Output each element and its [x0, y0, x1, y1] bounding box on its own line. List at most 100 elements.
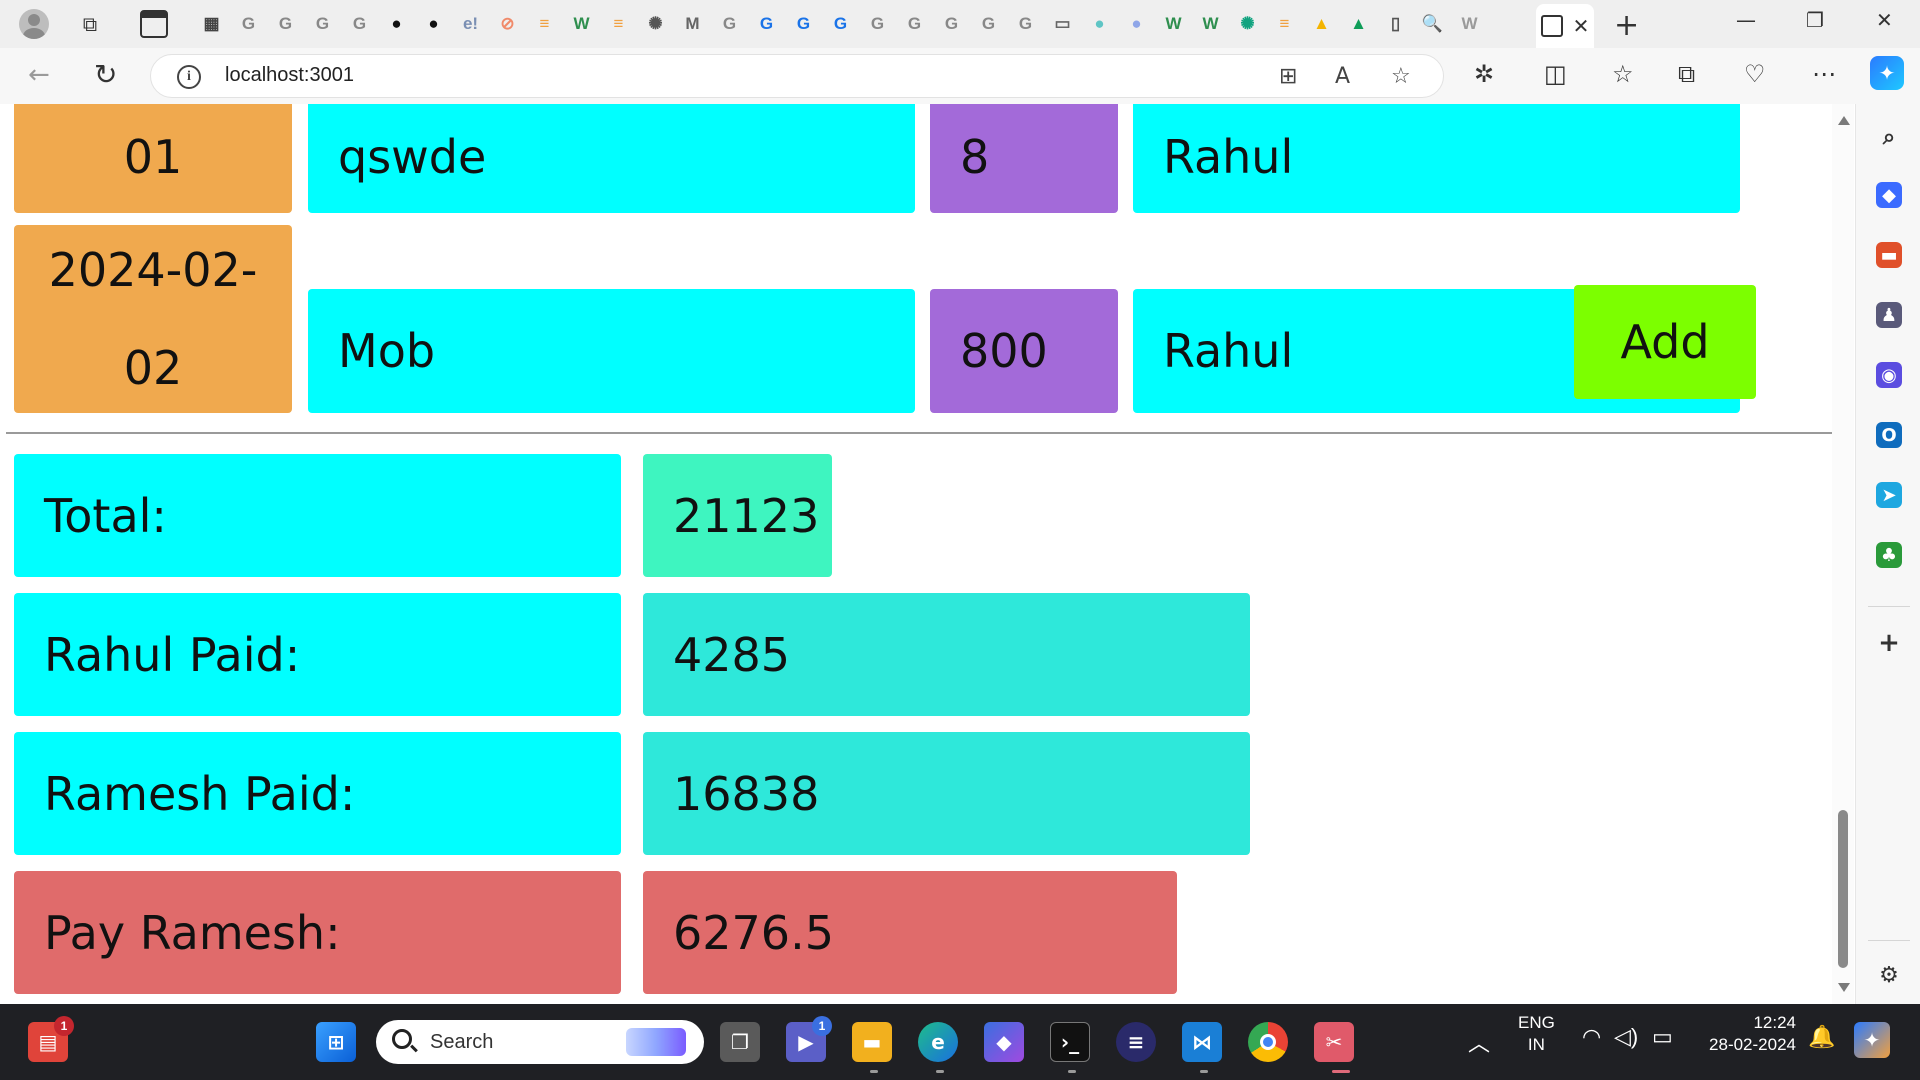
sidebar-settings-gear-icon[interactable]: ⚙ — [1876, 962, 1902, 988]
region-code: IN — [1527, 1035, 1545, 1054]
sidebar-outlook-icon[interactable]: O — [1876, 422, 1902, 448]
google-icon[interactable]: G — [714, 8, 745, 40]
app-available-icon[interactable]: ⊞ — [1279, 64, 1297, 89]
workspaces-icon[interactable]: ⧉ — [76, 10, 104, 38]
scroll-thumb[interactable] — [1838, 810, 1848, 968]
google-icon[interactable]: G — [751, 8, 782, 40]
search-icon[interactable]: 🔍 — [1417, 8, 1448, 40]
google-icon[interactable]: G — [936, 8, 967, 40]
widgets-icon[interactable]: ▤ 1 — [28, 1016, 74, 1062]
page-scrollbar[interactable] — [1832, 104, 1854, 1004]
eclipse-icon[interactable]: ≡ — [1116, 1022, 1156, 1062]
clock[interactable]: 12:24 28-02-2024 — [1700, 1012, 1796, 1056]
notification-bell-icon[interactable]: 🔔 — [1808, 1024, 1835, 1050]
file-explorer-icon[interactable]: ▬ — [852, 1022, 892, 1062]
back-arrow-icon[interactable]: ← — [28, 60, 50, 90]
split-screen-icon[interactable]: ◫ — [1544, 60, 1567, 88]
page-icon[interactable]: ▯ — [1380, 8, 1411, 40]
chatgpt-icon[interactable]: ✺ — [640, 8, 671, 40]
read-aloud-icon[interactable]: A — [1335, 64, 1350, 89]
google-icon[interactable]: G — [344, 8, 375, 40]
circle-app-icon[interactable]: ● — [1084, 8, 1115, 40]
address-url[interactable]: localhost:3001 — [225, 64, 354, 87]
m-icon[interactable]: M — [677, 8, 708, 40]
battery-icon[interactable]: ▭ — [1652, 1024, 1673, 1050]
scroll-down-arrow-icon[interactable] — [1838, 983, 1850, 992]
running-indicator — [1332, 1070, 1350, 1073]
address-bar[interactable]: i localhost:3001 ⊞ A ☆ — [150, 54, 1444, 98]
github-icon[interactable]: ● — [418, 8, 449, 40]
start-windows-icon[interactable]: ⊞ — [316, 1022, 356, 1062]
w-icon[interactable]: W — [1158, 8, 1189, 40]
collections-icon[interactable]: ⧉ — [1678, 60, 1695, 88]
ramesh-paid-value-cell: 16838 — [643, 732, 1250, 855]
minimize-icon[interactable]: — — [1736, 8, 1756, 32]
terminal-icon[interactable]: ›_ — [1050, 1022, 1090, 1062]
search-icon — [392, 1029, 412, 1049]
taskbar-search-input[interactable]: Search — [376, 1020, 704, 1064]
favorite-star-icon[interactable]: ☆ — [1391, 64, 1411, 89]
w-icon[interactable]: W — [566, 8, 597, 40]
favorites-icon[interactable]: ☆ — [1612, 60, 1634, 88]
drive-icon[interactable]: ▲ — [1343, 8, 1374, 40]
scroll-up-arrow-icon[interactable] — [1838, 116, 1850, 125]
reader-icon[interactable]: ▭ — [1047, 8, 1078, 40]
chatgpt-icon[interactable]: ✺ — [1232, 8, 1263, 40]
google-icon[interactable]: G — [973, 8, 1004, 40]
vscode-icon[interactable]: ⋈ — [1182, 1022, 1222, 1062]
google-icon[interactable]: G — [899, 8, 930, 40]
google-icon[interactable]: G — [307, 8, 338, 40]
volume-icon[interactable]: ◁) — [1614, 1024, 1638, 1050]
copilot-icon[interactable]: ✦ — [1870, 56, 1904, 90]
google-icon[interactable]: G — [233, 8, 264, 40]
stack-icon[interactable]: ≡ — [603, 8, 634, 40]
copilot-pre-icon[interactable]: ✦ — [1854, 1022, 1890, 1058]
restore-icon[interactable]: ❐ — [1806, 8, 1824, 32]
drive-icon[interactable]: ▲ — [1306, 8, 1337, 40]
github-icon[interactable]: ● — [381, 8, 412, 40]
stack-icon[interactable]: ≡ — [529, 8, 560, 40]
sidebar-shopping-icon[interactable]: ◆ — [1876, 182, 1902, 208]
close-window-icon[interactable]: ✕ — [1876, 8, 1893, 32]
google-icon[interactable]: G — [788, 8, 819, 40]
edge-icon[interactable]: e — [918, 1022, 958, 1062]
task-view-icon[interactable]: ❐ — [720, 1022, 760, 1062]
circle-app-icon[interactable]: ● — [1121, 8, 1152, 40]
chrome-icon[interactable] — [1248, 1022, 1288, 1062]
new-tab-button[interactable]: + — [1614, 8, 1639, 43]
google-icon[interactable]: G — [862, 8, 893, 40]
extensions-icon[interactable]: ✲ — [1474, 60, 1494, 88]
snipping-tool-icon[interactable]: ✂ — [1314, 1022, 1354, 1062]
stack-icon[interactable]: ≡ — [1269, 8, 1300, 40]
google-icon[interactable]: G — [1010, 8, 1041, 40]
google-icon[interactable]: G — [270, 8, 301, 40]
browser-essentials-icon[interactable]: ♡ — [1744, 60, 1766, 88]
close-tab-icon[interactable]: ✕ — [1573, 14, 1590, 38]
google-icon[interactable]: G — [825, 8, 856, 40]
sidebar-games-icon[interactable]: ♟ — [1876, 302, 1902, 328]
more-options-icon[interactable]: ⋯ — [1812, 60, 1836, 88]
sidebar-m365-icon[interactable]: ◉ — [1876, 362, 1902, 388]
reload-icon[interactable]: ↻ — [94, 58, 117, 91]
active-tab[interactable]: ✕ — [1536, 4, 1594, 48]
sidebar-add-icon[interactable]: + — [1876, 628, 1902, 658]
sidebar-tools-icon[interactable]: ▬ — [1876, 242, 1902, 268]
e-icon[interactable]: e! — [455, 8, 486, 40]
sidebar-send-icon[interactable]: ➤ — [1876, 482, 1902, 508]
calendar-icon[interactable]: ▦ — [196, 8, 227, 40]
w-icon[interactable]: W — [1195, 8, 1226, 40]
copilot-app-icon[interactable]: ◆ — [984, 1022, 1024, 1062]
sidebar-search-icon[interactable]: ⌕ — [1876, 124, 1902, 150]
wifi-icon[interactable]: ◠ — [1582, 1024, 1601, 1050]
slash-circle-icon[interactable]: ⊘ — [492, 8, 523, 40]
language-indicator[interactable]: ENG IN — [1518, 1012, 1555, 1056]
teams-icon[interactable]: ▶ 1 — [786, 1016, 832, 1062]
sidebar-tree-icon[interactable]: ♣ — [1876, 542, 1902, 568]
show-hidden-icons-chevron-icon[interactable]: ︿ — [1468, 1026, 1490, 1058]
expense-row-2-amount: 800 — [930, 289, 1118, 413]
vertical-tabs-icon[interactable] — [140, 10, 168, 38]
w-icon[interactable]: W — [1454, 8, 1485, 40]
site-info-icon[interactable]: i — [177, 65, 201, 89]
add-button[interactable]: Add — [1574, 285, 1756, 399]
profile-button[interactable] — [14, 6, 54, 42]
